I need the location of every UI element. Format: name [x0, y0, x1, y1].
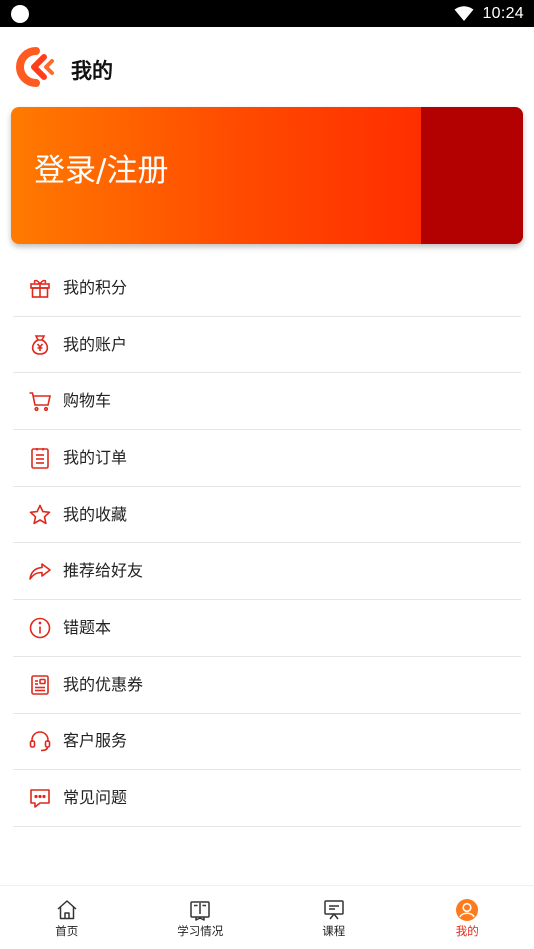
menu-item-mistakes[interactable]: 错题本 — [13, 600, 521, 657]
menu-item-label: 购物车 — [63, 391, 112, 411]
menu-item-label: 推荐给好友 — [63, 561, 144, 581]
menu-item-cart[interactable]: 购物车 — [13, 373, 521, 431]
course-board-icon — [324, 900, 344, 920]
share-arrow-icon — [29, 563, 51, 581]
star-icon — [29, 504, 51, 524]
header: 我的 — [0, 27, 534, 107]
menu-item-label: 我的积分 — [63, 277, 128, 297]
cart-icon — [29, 392, 51, 412]
money-bag-icon — [31, 334, 49, 355]
menu-item-account[interactable]: 我的账户 — [13, 317, 521, 374]
status-time: 10:24 — [482, 4, 524, 22]
menu-item-points[interactable]: 我的积分 — [13, 260, 521, 317]
nav-item-home[interactable]: 首页 — [0, 886, 134, 949]
menu-item-label: 客户服务 — [63, 731, 128, 751]
nav-item-study[interactable]: 学习情况 — [134, 886, 268, 949]
banner-strip — [421, 107, 523, 244]
wifi-icon — [454, 5, 474, 21]
notification-dot-icon — [11, 5, 29, 23]
info-icon — [29, 617, 51, 639]
menu-item-favorites[interactable]: 我的收藏 — [13, 487, 521, 544]
app-logo-icon — [16, 47, 54, 87]
user-profile-icon — [456, 899, 479, 921]
nav-label: 我的 — [455, 924, 479, 938]
menu-item-orders[interactable]: 我的订单 — [13, 430, 521, 487]
order-list-icon — [31, 447, 49, 469]
status-bar: 10:24 — [0, 0, 534, 27]
login-register-banner[interactable]: 登录/注册 — [11, 107, 523, 244]
nav-label: 首页 — [55, 924, 79, 938]
nav-label: 学习情况 — [177, 924, 224, 938]
menu-item-label: 常见问题 — [63, 788, 128, 808]
headset-icon — [29, 731, 51, 752]
menu-item-recommend[interactable]: 推荐给好友 — [13, 543, 521, 601]
menu-item-faq[interactable]: 常见问题 — [13, 770, 521, 827]
chat-bubble-icon — [30, 789, 50, 808]
gift-icon — [30, 279, 50, 298]
menu-item-customer-service[interactable]: 客户服务 — [13, 714, 521, 771]
login-register-label: 登录/注册 — [34, 153, 169, 189]
menu-item-label: 错题本 — [63, 617, 112, 637]
home-icon — [57, 900, 77, 920]
coupon-icon — [31, 674, 49, 695]
nav-label: 课程 — [322, 924, 346, 938]
menu-list: 我的积分 我的账户 购物车 我的订单 我的收藏 推荐给好友 错题本 我的优惠券 … — [13, 260, 521, 827]
nav-item-mine[interactable]: 我的 — [401, 886, 534, 949]
bottom-nav: 首页 学习情况 课程 我的 — [0, 885, 534, 949]
menu-item-label: 我的订单 — [63, 447, 128, 467]
book-icon — [190, 901, 210, 921]
menu-item-label: 我的账户 — [63, 334, 128, 354]
status-right: 10:24 — [454, 0, 524, 27]
page-title: 我的 — [71, 59, 113, 83]
menu-item-coupons[interactable]: 我的优惠券 — [13, 657, 521, 714]
menu-item-label: 我的收藏 — [63, 504, 128, 524]
nav-item-courses[interactable]: 课程 — [267, 886, 401, 949]
menu-item-label: 我的优惠券 — [63, 674, 144, 694]
